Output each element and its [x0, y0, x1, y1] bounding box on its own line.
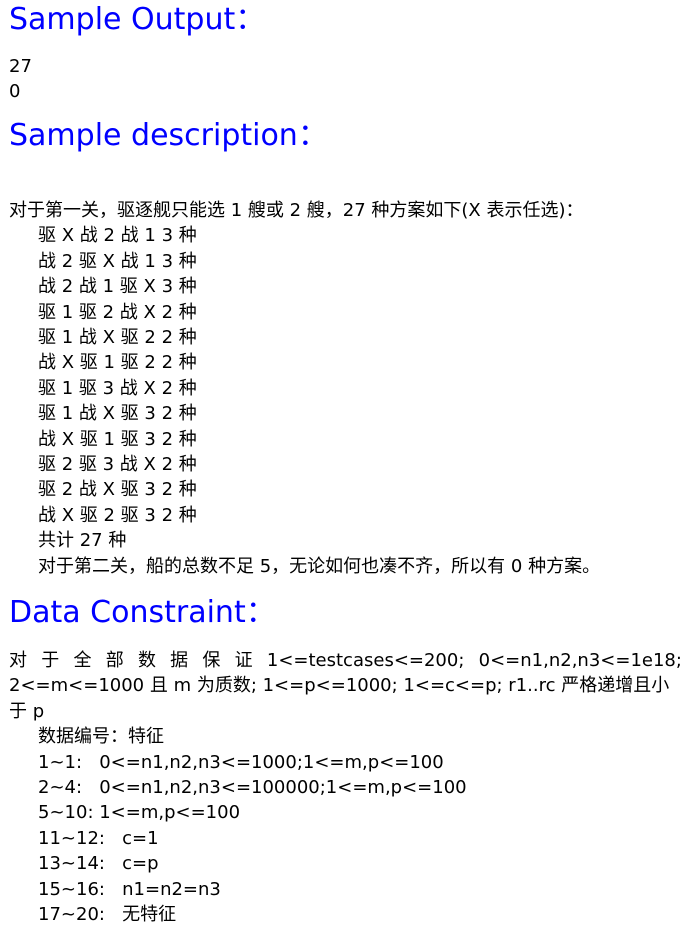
constraint-row: 2~4: 0<=n1,n2,n3<=100000;1<=m,p<=100 [38, 777, 467, 799]
sample-description-heading: Sample description： [9, 118, 328, 153]
constraint-row: 17~20: 无特征 [38, 904, 177, 926]
constraint-word: 数 [137, 650, 156, 671]
constraint-row: 11~12: c=1 [38, 827, 159, 849]
case-line: 战 X 驱 1 驱 3 2 种 [38, 428, 197, 450]
second-level-explanation: 对于第二关，船的总数不足 5，无论如何也凑不齐，所以有 0 种方案。 [38, 555, 601, 577]
case-line: 驱 1 战 X 驱 3 2 种 [38, 403, 197, 425]
total-line: 共计 27 种 [38, 530, 127, 552]
constraint-paragraph-line: 于 p [9, 700, 45, 722]
constraint-word: 证 [234, 650, 253, 671]
constraint-table-header: 数据编号：特征 [38, 726, 164, 748]
case-line: 驱 X 战 2 战 1 3 种 [38, 225, 197, 247]
constraint-row: 13~14: c=p [38, 853, 159, 875]
constraint-word: 据 [170, 650, 189, 671]
constraint-word: 保 [202, 650, 221, 671]
constraint-word: 对 [9, 650, 27, 671]
case-line: 驱 1 驱 2 战 X 2 种 [38, 301, 197, 323]
case-line: 驱 2 战 X 驱 3 2 种 [38, 479, 197, 501]
constraint-word: 1<=testcases<=200; [266, 650, 465, 671]
case-line: 驱 1 驱 3 战 X 2 种 [38, 377, 197, 399]
constraint-row: 1~1: 0<=n1,n2,n3<=1000;1<=m,p<=100 [38, 751, 444, 773]
sample-output-line: 27 [9, 56, 32, 77]
case-line: 驱 1 战 X 驱 2 2 种 [38, 327, 197, 349]
data-constraint-heading: Data Constraint： [9, 595, 276, 630]
constraint-row: 5~10: 1<=m,p<=100 [38, 802, 241, 824]
case-line: 战 X 驱 2 驱 3 2 种 [38, 504, 197, 526]
sample-output-block: 27 0 [9, 54, 32, 105]
case-line: 驱 2 驱 3 战 X 2 种 [38, 454, 197, 476]
constraint-word: 于 [41, 650, 60, 671]
case-line: 战 2 战 1 驱 X 3 种 [38, 276, 197, 298]
data-constraint-block: 对 于 全 部 数 据 保 证 1<=testcases<=200; 0<=n1… [9, 648, 682, 927]
constraint-word: 部 [105, 650, 124, 671]
sample-output-line: 0 [9, 81, 21, 103]
case-line: 战 X 驱 1 驱 2 2 种 [38, 352, 197, 374]
constraint-word: 0<=n1,n2,n3<=1e18; [478, 650, 682, 671]
case-line: 战 2 驱 X 战 1 3 种 [38, 250, 197, 272]
description-intro: 对于第一关，驱逐舰只能选 1 艘或 2 艘，27 种方案如下(X 表示任选)： [9, 200, 584, 221]
constraint-word: 全 [73, 650, 92, 671]
sample-output-heading: Sample Output： [9, 2, 266, 37]
sample-description-block: 对于第一关，驱逐舰只能选 1 艘或 2 艘，27 种方案如下(X 表示任选)： … [9, 198, 600, 579]
constraint-paragraph-line: 2<=m<=1000 且 m 为质数; 1<=p<=1000; 1<=c<=p;… [9, 675, 670, 697]
constraint-paragraph-line: 对 于 全 部 数 据 保 证 1<=testcases<=200; 0<=n1… [9, 648, 682, 673]
constraint-row: 15~16: n1=n2=n3 [38, 878, 221, 900]
